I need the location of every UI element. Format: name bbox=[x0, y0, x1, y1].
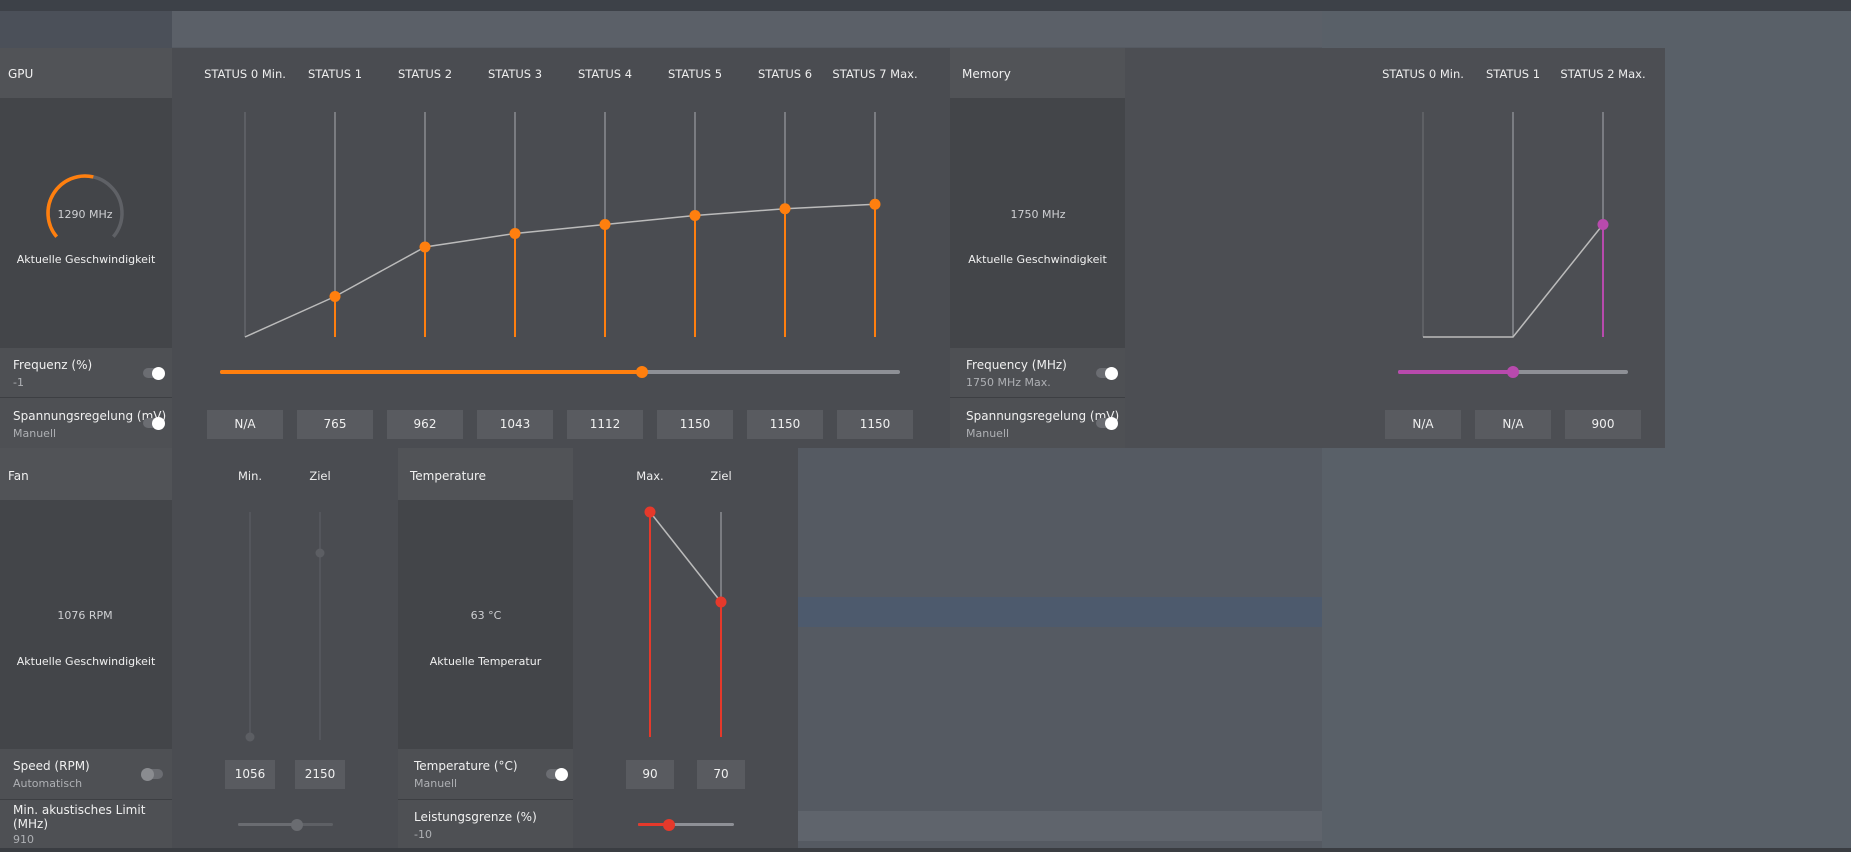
bottom-bar bbox=[0, 848, 1851, 852]
fan-temp-charts[interactable] bbox=[0, 0, 1851, 852]
temperature-curve bbox=[649, 511, 722, 603]
temperature-max-point bbox=[644, 506, 656, 518]
fan-target-point bbox=[315, 548, 325, 558]
temperature-target-point bbox=[715, 596, 727, 608]
fan-min-point bbox=[245, 732, 255, 742]
